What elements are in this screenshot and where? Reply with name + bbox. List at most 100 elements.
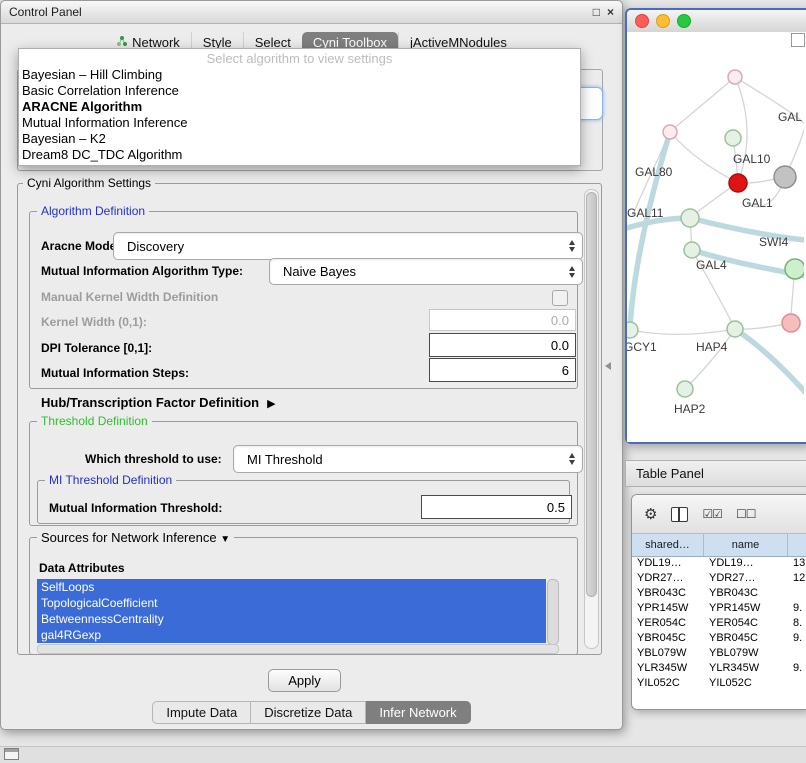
table-row[interactable]: YDL19… YDL19… 13 <box>632 557 806 572</box>
table-panel-title: Table Panel <box>636 466 704 481</box>
expand-right-icon[interactable]: ▶ <box>267 397 275 410</box>
network-node[interactable] <box>782 314 800 332</box>
cell: YPR145W <box>704 602 788 617</box>
dpi-tolerance-value: 0.0 <box>551 338 569 353</box>
cell: YBR045C <box>704 632 788 647</box>
settings-scrollbar[interactable] <box>584 189 599 649</box>
close-button[interactable] <box>635 14 649 28</box>
network-node[interactable] <box>728 70 742 84</box>
network-canvas[interactable]: GAL80 GAL10 GAL1 GAL11 SWI4 GAL4 GCY1 HA… <box>627 32 806 442</box>
node-label: GCY1 <box>627 340 657 354</box>
close-window-icon[interactable]: × <box>607 5 614 19</box>
table-row[interactable]: YBR043C YBR043C <box>632 587 806 602</box>
cell: 9. <box>788 662 806 677</box>
network-node[interactable] <box>725 130 741 146</box>
mi-threshold-field[interactable]: 0.5 <box>421 495 572 519</box>
attribute-item[interactable]: SelfLoops <box>37 579 546 595</box>
attribute-item[interactable]: TopologicalCoefficient <box>37 595 546 611</box>
network-window-titlebar[interactable] <box>627 10 806 33</box>
mi-steps-label: Mutual Information Steps: <box>41 366 189 380</box>
network-node-red[interactable] <box>729 174 747 192</box>
algorithm-definition-legend: Algorithm Definition <box>37 204 149 218</box>
combo-arrows-icon <box>569 240 575 252</box>
network-node[interactable] <box>627 322 638 338</box>
mi-algorithm-type-value: Naive Bayes <box>283 264 356 279</box>
columns-icon[interactable] <box>671 507 688 522</box>
table-row[interactable]: YBL079W YBL079W <box>632 647 806 662</box>
algorithm-option[interactable]: Bayesian – K2 <box>19 131 580 147</box>
which-threshold-combobox[interactable]: MI Threshold <box>233 445 583 473</box>
gear-icon[interactable]: ⚙ <box>644 507 657 522</box>
algorithm-option[interactable]: Bayesian – Hill Climbing <box>19 67 580 83</box>
column-header-partial[interactable] <box>788 534 806 556</box>
node-label: GAL10 <box>733 152 771 166</box>
cell: YBR043C <box>704 587 788 602</box>
kernel-width-field[interactable]: 0.0 <box>429 309 576 331</box>
network-node[interactable] <box>684 242 700 258</box>
tab-discretize-data[interactable]: Discretize Data <box>251 701 366 724</box>
table-row[interactable]: YBR045C YBR045C 9. <box>632 632 806 647</box>
node-label: GAL <box>778 110 802 124</box>
cell: 13 <box>788 557 806 572</box>
table-row[interactable]: YIL052C YIL052C <box>632 677 806 692</box>
aracne-mode-combobox[interactable]: Discovery <box>113 232 583 260</box>
canvas-corner-box <box>791 33 805 47</box>
attribute-item[interactable]: BetweennessCentrality <box>37 611 546 627</box>
algorithm-option[interactable]: Mutual Information Inference <box>19 115 580 131</box>
window-title: Control Panel <box>9 5 586 19</box>
cell: YDR27… <box>632 572 704 587</box>
network-node[interactable] <box>727 321 743 337</box>
deselect-all-rows-icon[interactable]: ☐☐ <box>736 508 756 520</box>
table-row[interactable]: YER054C YER054C 8. <box>632 617 806 632</box>
table-row[interactable]: YLR345W YLR345W 9. <box>632 662 806 677</box>
zoom-button[interactable] <box>677 14 691 28</box>
which-threshold-label: Which threshold to use: <box>85 452 222 466</box>
node-label: GAL4 <box>696 258 727 272</box>
aracne-mode-value: Discovery <box>127 239 184 254</box>
network-node[interactable] <box>681 209 699 227</box>
tab-infer-network[interactable]: Infer Network <box>366 701 470 724</box>
control-panel-titlebar[interactable]: Control Panel □ × <box>1 1 622 24</box>
panel-divider-handle[interactable] <box>605 362 611 370</box>
manual-kernel-width-checkbox[interactable] <box>552 290 568 306</box>
select-all-rows-icon[interactable]: ☑☑ <box>702 508 722 520</box>
settings-scrollbar-thumb[interactable] <box>586 192 597 597</box>
dpi-tolerance-field[interactable]: 0.0 <box>429 333 576 357</box>
column-header-name[interactable]: name <box>704 534 788 556</box>
data-attributes-list: SelfLoops TopologicalCoefficient Between… <box>37 579 546 643</box>
attributes-list-hscrollbar[interactable] <box>37 644 559 654</box>
minimize-button[interactable] <box>656 14 670 28</box>
network-node[interactable] <box>785 259 804 279</box>
network-node[interactable] <box>677 381 693 397</box>
cell: YDL19… <box>632 557 704 572</box>
attributes-list-scrollbar[interactable] <box>547 579 559 645</box>
mi-threshold-label: Mutual Information Threshold: <box>49 501 222 515</box>
cell: YER054C <box>704 617 788 632</box>
attribute-item[interactable]: gal4RGexp <box>37 627 546 643</box>
cell <box>788 647 806 662</box>
cell: YDL19… <box>704 557 788 572</box>
combo-arrows-icon <box>569 453 575 465</box>
table-panel-header[interactable]: Table Panel <box>625 460 806 487</box>
algorithm-option[interactable]: Dream8 DC_TDC Algorithm <box>19 147 580 163</box>
minimized-panel-icon[interactable] <box>4 748 19 760</box>
float-window-icon[interactable]: □ <box>593 5 600 19</box>
network-node-gray[interactable] <box>774 166 796 188</box>
mi-algorithm-type-label: Mutual Information Algorithm Type: <box>41 264 243 278</box>
algorithm-placeholder-option[interactable]: Select algorithm to view settings <box>19 50 580 67</box>
tab-impute-data[interactable]: Impute Data <box>152 701 251 724</box>
algorithm-option[interactable]: Basic Correlation Inference <box>19 83 580 99</box>
hub-section-label[interactable]: Hub/Transcription Factor Definition▶ <box>41 395 276 410</box>
mi-algorithm-type-combobox[interactable]: Naive Bayes <box>269 258 583 285</box>
network-node[interactable] <box>663 125 677 139</box>
table-row[interactable]: YDR27… YDR27… 12 <box>632 572 806 587</box>
column-header-shared-name[interactable]: shared… <box>632 534 704 556</box>
sources-legend[interactable]: Sources for Network Inference ▼ <box>37 530 234 545</box>
mi-steps-field[interactable]: 6 <box>429 358 576 382</box>
apply-button[interactable]: Apply <box>268 669 341 692</box>
table-row[interactable]: YPR145W YPR145W 9. <box>632 602 806 617</box>
algorithm-option-selected[interactable]: ARACNE Algorithm <box>19 99 580 115</box>
network-view-window: GAL80 GAL10 GAL1 GAL11 SWI4 GAL4 GCY1 HA… <box>625 8 806 444</box>
collapse-down-icon[interactable]: ▼ <box>220 534 230 545</box>
mi-threshold-legend: MI Threshold Definition <box>45 473 176 487</box>
